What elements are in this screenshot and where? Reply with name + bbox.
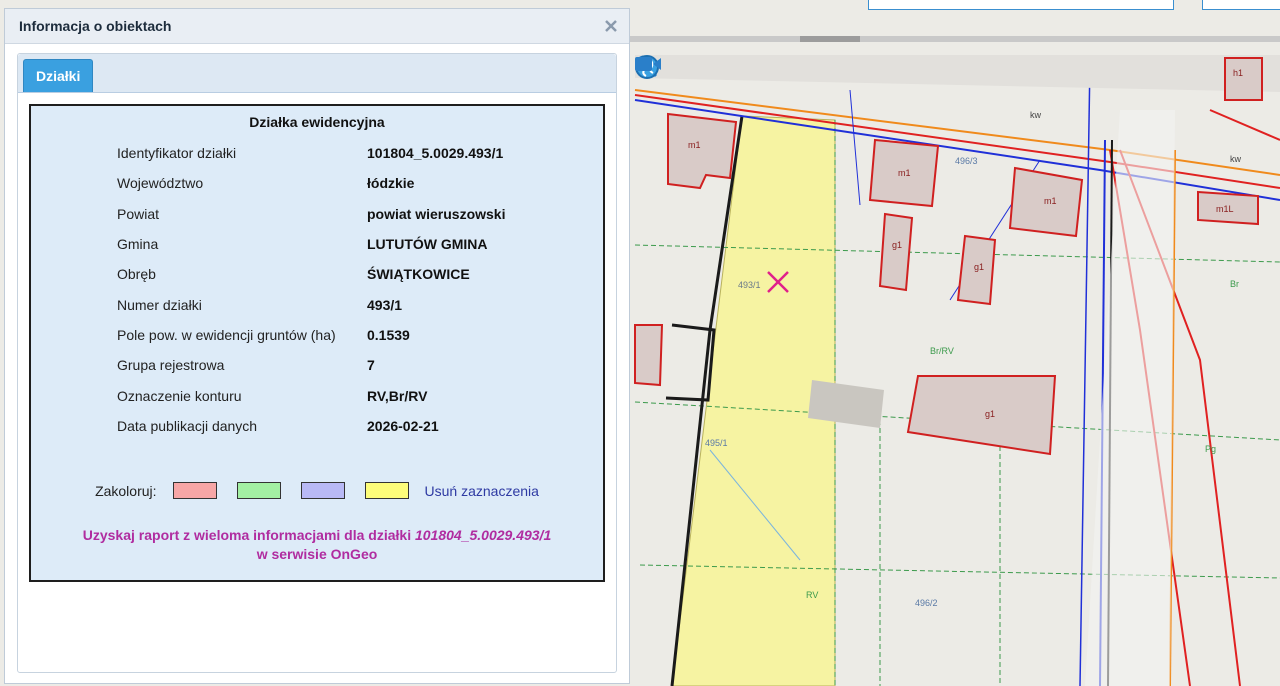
attribute-row: Data publikacji danych 2026-02-21 [117, 411, 505, 441]
map-divider [630, 36, 1280, 42]
attribute-value: 0.1539 [367, 326, 410, 343]
map-label-building-m1: m1 [1044, 196, 1057, 206]
attribute-value: ŚWIĄTKOWICE [367, 266, 470, 283]
attribute-label: Oznaczenie konturu [117, 387, 242, 404]
object-info-panel: Informacja o obiektach Działki Działka e… [4, 8, 630, 684]
report-prefix: Uzyskaj raport z wieloma informacjami dl… [82, 527, 412, 543]
map-label-building-m1: m1 [898, 168, 911, 178]
attribute-row: Grupa rejestrowa 7 [117, 350, 505, 380]
map-label-parcel-4951: 495/1 [705, 438, 728, 448]
map-label-kw: kw [1230, 154, 1242, 164]
attribute-row: Województwo łódzkie [117, 168, 505, 198]
attribute-row: Powiat powiat wieruszowski [117, 199, 505, 229]
attribute-label: Identyfikator działki [117, 145, 237, 162]
parcel-info-box: Działka ewidencyjna Identyfikator działk… [29, 104, 605, 582]
panel-title: Informacja o obiektach [19, 18, 172, 34]
attribute-label: Numer działki [117, 296, 202, 313]
attribute-label: Grupa rejestrowa [117, 357, 225, 374]
map-label-br: Br [1230, 279, 1239, 289]
map-toolbar [634, 54, 736, 88]
attribute-row: Identyfikator działki 101804_5.0029.493/1 [117, 138, 505, 168]
attribute-row: Oznaczenie konturu RV,Br/RV [117, 380, 505, 410]
colorize-label: Zakoloruj: [95, 482, 157, 499]
parcel-attribute-list: Identyfikator działki 101804_5.0029.493/1… [117, 138, 505, 441]
map-label-building-g1: g1 [892, 240, 902, 250]
panel-body: Działki Działka ewidencyjna Identyfikato… [17, 53, 617, 673]
map-label-contour-br: Br/RV [930, 346, 954, 356]
attribute-value: 2026-02-21 [367, 417, 439, 434]
attribute-value: łódzkie [367, 175, 415, 192]
map-label-kw: kw [1030, 110, 1042, 120]
attribute-value: RV,Br/RV [367, 387, 428, 404]
attribute-label: Województwo [117, 175, 204, 192]
attribute-label: Pole pow. w ewidencji gruntów (ha) [117, 326, 336, 343]
attribute-value: powiat wieruszowski [367, 205, 506, 222]
attribute-row: Numer działki 493/1 [117, 289, 505, 319]
attribute-label: Data publikacji danych [117, 417, 258, 434]
panel-header: Informacja o obiektach [5, 9, 629, 44]
map-label-building-h1: h1 [1233, 68, 1243, 78]
map-label-building-m1: m1 [688, 140, 701, 150]
map-label-contour-rv: RV [806, 590, 818, 600]
attribute-row: Pole pow. w ewidencji gruntów (ha) 0.1539 [117, 320, 505, 350]
map-label-pg: Pg [1205, 444, 1216, 454]
color-swatch-blue[interactable] [300, 482, 345, 499]
map-label-parcel-4931: 493/1 [738, 280, 761, 290]
color-swatch-yellow[interactable] [364, 482, 409, 499]
report-parcel-id: 101804_5.0029.493/1 [414, 527, 552, 543]
tab-dzialki[interactable]: Działki [23, 59, 94, 92]
close-icon[interactable] [603, 18, 619, 34]
attribute-value: LUTUTÓW GMINA [367, 236, 488, 253]
top-button-partial[interactable] [1202, 0, 1280, 10]
attribute-label: Gmina [117, 236, 159, 253]
map-label-building-m1l: m1L [1216, 204, 1234, 214]
map-divider-handle[interactable] [800, 36, 860, 42]
attribute-value: 101804_5.0029.493/1 [367, 145, 504, 162]
attribute-value: 7 [367, 357, 375, 374]
attribute-label: Obręb [117, 266, 156, 283]
map-label-building-g1: g1 [974, 262, 984, 272]
clear-selection-link[interactable]: Usuń zaznaczenia [425, 483, 539, 499]
colorize-controls: Zakoloruj: Usuń zaznaczenia [31, 482, 603, 499]
report-suffix: w serwisie OnGeo [256, 546, 378, 562]
map-label-parcel-4962: 496/2 [915, 598, 938, 608]
color-swatch-red[interactable] [172, 482, 217, 499]
attribute-row: Gmina LUTUTÓW GMINA [117, 229, 505, 259]
top-button-partial[interactable] [868, 0, 1174, 10]
attribute-row: Obręb ŚWIĄTKOWICE [117, 259, 505, 289]
attribute-label: Powiat [117, 205, 160, 222]
video-camera-icon[interactable] [635, 56, 736, 86]
parcel-info-heading: Działka ewidencyjna [249, 114, 385, 130]
attribute-value: 493/1 [367, 296, 403, 313]
report-link[interactable]: Uzyskaj raport z wieloma informacjami dl… [31, 526, 603, 564]
color-swatch-green[interactable] [236, 482, 281, 499]
globe-icon[interactable] [635, 55, 700, 86]
tab-bar: Działki [18, 54, 616, 93]
map-label-parcel-4963: 496/3 [955, 156, 978, 166]
map-label-building-g1: g1 [985, 409, 995, 419]
